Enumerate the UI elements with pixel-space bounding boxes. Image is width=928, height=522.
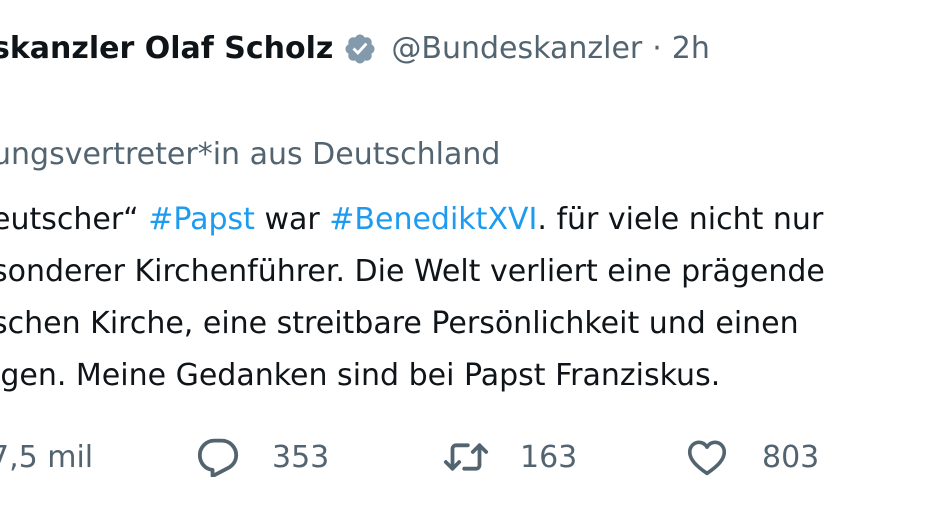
tweet-card[interactable]: skanzler Olaf Scholz @Bundeskanzler · 2h… (0, 0, 928, 522)
body-text: . für viele nicht nur (537, 202, 824, 237)
tweet-body-line-4: igen. Meine Gedanken sind bei Papst Fran… (0, 358, 721, 393)
reply-count: 353 (272, 439, 330, 475)
account-label: ungsvertreter*in aus Deutschland (0, 137, 501, 172)
header-separator: · (652, 31, 662, 66)
verified-badge-icon (343, 32, 377, 66)
tweet-body-line-3: schen Kirche, eine streitbare Persönlich… (0, 306, 799, 341)
like-button[interactable]: 803 (686, 434, 819, 480)
tweet-header: skanzler Olaf Scholz @Bundeskanzler · 2h (0, 26, 710, 72)
reply-icon (196, 437, 240, 477)
tweet-body-line-1: eutscher“ #Papst war #BenediktXVI. für v… (0, 194, 825, 246)
body-text: eutscher“ (0, 202, 149, 237)
tweet-body: eutscher“ #Papst war #BenediktXVI. für v… (0, 194, 825, 402)
retweet-button[interactable]: 163 (442, 434, 577, 480)
views-count-label: 7,5 mil (0, 439, 94, 475)
retweet-icon (442, 439, 490, 475)
author-name[interactable]: skanzler Olaf Scholz (0, 26, 333, 72)
author-handle[interactable]: @Bundeskanzler (391, 26, 642, 72)
views-count[interactable]: 7,5 mil (0, 434, 93, 480)
reply-button[interactable]: 353 (196, 434, 329, 480)
like-count: 803 (762, 439, 820, 475)
retweet-count: 163 (520, 439, 578, 475)
hashtag-link-papst[interactable]: #Papst (148, 202, 255, 237)
tweet-body-line-2: sonderer Kirchenführer. Die Welt verlier… (0, 254, 825, 289)
tweet-actions: 7,5 mil 353 163 803 (0, 434, 928, 480)
hashtag-link-benediktxvi[interactable]: #BenediktXVI (329, 202, 537, 237)
heart-icon (686, 438, 728, 476)
tweet-timestamp[interactable]: 2h (672, 26, 710, 72)
body-text: war (254, 202, 330, 237)
